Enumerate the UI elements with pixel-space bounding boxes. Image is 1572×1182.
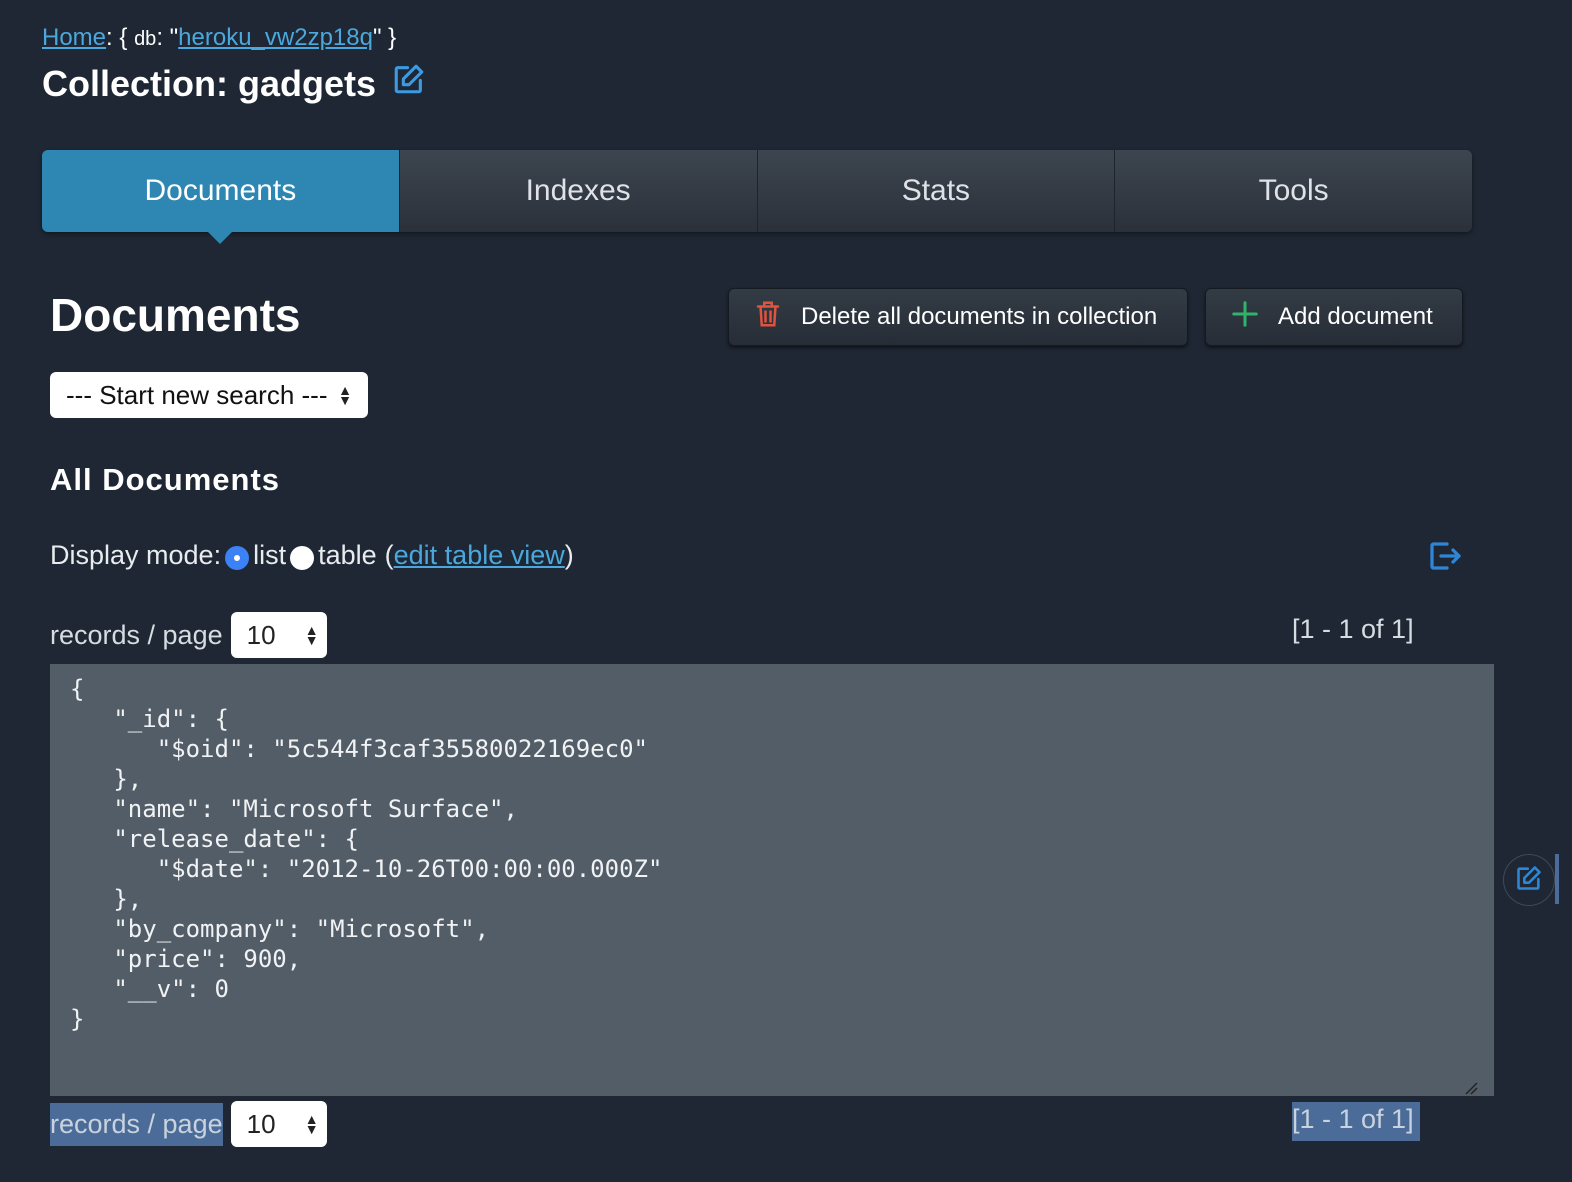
records-per-page-value: 10	[246, 1108, 276, 1139]
all-documents-heading: All Documents	[50, 462, 281, 497]
plus-icon	[1230, 299, 1260, 336]
edit-icon[interactable]	[392, 62, 426, 105]
document-json-text: { "_id": { "$oid": "5c544f3caf3558002216…	[70, 675, 663, 1033]
breadcrumb-db-link[interactable]: heroku_vw2zp18q	[178, 24, 373, 51]
page-title-row: Collection: gadgets	[42, 62, 426, 105]
edit-icon	[1515, 864, 1543, 897]
breadcrumb-sep: " }	[372, 24, 397, 51]
selection-bar	[1555, 854, 1559, 904]
delete-all-button[interactable]: Delete all documents in collection	[728, 288, 1188, 346]
add-document-label: Add document	[1278, 303, 1433, 330]
select-arrows-icon: ▲ ▼	[304, 1111, 319, 1137]
records-per-page-bottom: records / page 10 ▲ ▼	[50, 1101, 327, 1147]
select-arrows-icon: ▲ ▼	[304, 622, 319, 648]
breadcrumb-home-link[interactable]: Home	[42, 24, 106, 51]
collection-tabs: Documents Indexes Stats Tools	[42, 150, 1472, 232]
radio-list-label: list	[253, 540, 287, 570]
search-select[interactable]: --- Start new search --- ▲ ▼	[50, 372, 368, 418]
records-per-page-value: 10	[246, 619, 276, 650]
records-per-page-top: records / page 10 ▲ ▼	[50, 612, 327, 658]
add-document-button[interactable]: Add document	[1205, 288, 1463, 346]
tab-indexes[interactable]: Indexes	[398, 150, 757, 232]
page-title: Collection: gadgets	[42, 62, 377, 104]
display-mode: Display mode: list table (edit table vie…	[50, 540, 574, 571]
edit-document-button[interactable]	[1503, 854, 1555, 906]
tab-stats[interactable]: Stats	[756, 150, 1115, 232]
breadcrumb-sep: : "	[156, 24, 179, 51]
paren: (	[384, 540, 394, 570]
search-select-value: --- Start new search ---	[66, 379, 328, 410]
breadcrumb-sep: : {	[106, 24, 128, 51]
records-per-page-select[interactable]: 10 ▲ ▼	[230, 1101, 327, 1147]
tab-tools[interactable]: Tools	[1114, 150, 1472, 232]
document-json[interactable]: { "_id": { "$oid": "5c544f3caf3558002216…	[50, 664, 1494, 1096]
radio-table[interactable]	[290, 545, 315, 570]
radio-table-label: table	[318, 540, 377, 570]
breadcrumb: Home: { db: "heroku_vw2zp18q" }	[42, 24, 396, 52]
section-heading: Documents	[50, 289, 301, 341]
delete-all-label: Delete all documents in collection	[801, 303, 1158, 330]
record-range: [1 - 1 of 1]	[1292, 1102, 1420, 1141]
records-per-page-label: records / page	[50, 1102, 223, 1146]
trash-icon	[753, 299, 783, 336]
edit-table-view-link[interactable]: edit table view	[394, 540, 565, 571]
breadcrumb-db-label: db	[134, 28, 157, 50]
display-mode-label: Display mode:	[50, 540, 222, 570]
paren: )	[564, 540, 574, 570]
records-per-page-select[interactable]: 10 ▲ ▼	[230, 612, 327, 658]
tab-documents[interactable]: Documents	[42, 150, 399, 232]
records-per-page-label: records / page	[50, 619, 223, 650]
resize-handle-icon[interactable]	[1464, 1072, 1478, 1095]
record-range: [1 - 1 of 1]	[1292, 614, 1414, 644]
export-icon[interactable]	[1426, 538, 1462, 574]
radio-list[interactable]	[225, 545, 250, 570]
select-arrows-icon: ▲ ▼	[338, 382, 352, 408]
